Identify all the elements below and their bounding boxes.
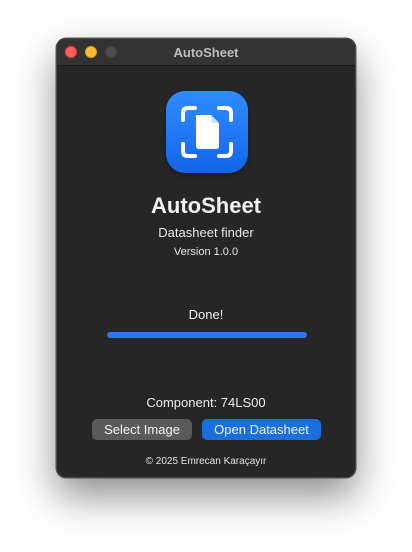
component-result: Component: 74LS00 [146, 395, 266, 410]
select-image-button[interactable]: Select Image [92, 419, 192, 440]
app-window: AutoSheet AutoSheet Datasheet finder Ver… [56, 38, 356, 478]
open-datasheet-button[interactable]: Open Datasheet [202, 419, 321, 440]
app-version: Version 1.0.0 [173, 246, 239, 258]
status-text: Done! [188, 307, 224, 322]
progress-bar [107, 332, 307, 338]
copyright-text: © 2025 Emrecan Karaçayır [145, 456, 267, 467]
progress-bar-fill [107, 332, 307, 338]
app-name: AutoSheet [151, 193, 261, 218]
document-scan-icon [166, 91, 248, 173]
app-subtitle: Datasheet finder [158, 225, 254, 240]
window-title: AutoSheet [173, 45, 239, 60]
title-bar[interactable]: AutoSheet [57, 39, 355, 66]
